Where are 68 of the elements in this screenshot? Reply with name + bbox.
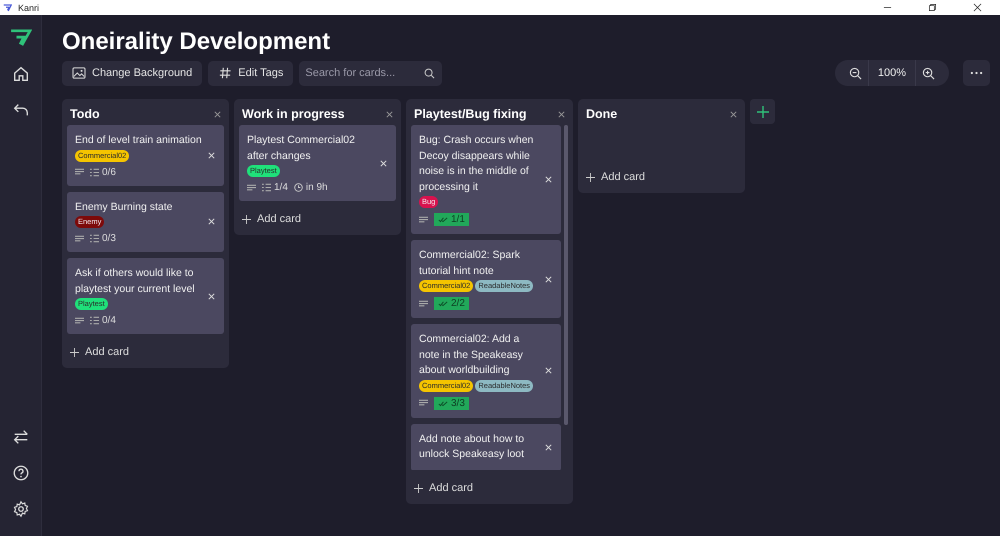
checklist-count: 1/4 [262, 182, 288, 193]
checklist-badge: 3/3 [434, 396, 469, 410]
checklist-count: 0/6 [90, 166, 116, 178]
add-card-button[interactable]: Add card [583, 125, 740, 187]
zoom-in-icon[interactable] [922, 66, 935, 80]
card-title: Bug: Crash occurs when Decoy disappears while noise is in the middle of processing it [419, 133, 534, 194]
delete-card-icon[interactable] [207, 217, 216, 226]
change-background-button[interactable]: Change Background [62, 60, 202, 86]
plus-icon [756, 106, 768, 118]
column-title: Done [586, 107, 618, 121]
column-title: Work in progress [242, 107, 345, 121]
plus-icon [242, 214, 251, 224]
checklist-badge: 2/2 [434, 297, 469, 310]
checklist-icon [90, 234, 99, 243]
add-column-button[interactable] [750, 99, 775, 124]
clock-icon [294, 183, 303, 192]
checklist-icon [90, 316, 99, 325]
column-title: Playtest/Bug fixing [414, 107, 527, 121]
add-card-button[interactable]: Add card [239, 201, 396, 229]
checklist-badge: 1/1 [434, 213, 469, 226]
app-logo-icon [3, 4, 12, 12]
add-card-button[interactable]: Add card [67, 334, 224, 362]
card-title: Commercial02: Spark tutorial hint note [419, 248, 521, 278]
plus-icon [70, 348, 79, 356]
scrollbar[interactable] [564, 125, 568, 425]
restore-icon[interactable] [928, 3, 937, 12]
delete-card-icon[interactable] [544, 175, 553, 184]
zoom-level: 100% [868, 60, 916, 86]
card-title: Add note about how to unlock Speakeasy loot [419, 432, 526, 462]
edit-tags-button[interactable]: Edit Tags [208, 60, 294, 86]
logo-icon [10, 29, 32, 47]
help-icon[interactable] [12, 464, 30, 482]
checklist-count: 0/4 [90, 315, 116, 326]
double-check-icon [438, 300, 448, 307]
checklist-icon [262, 183, 271, 192]
zoom-out-icon[interactable] [848, 66, 862, 80]
plus-icon [414, 484, 423, 492]
close-icon[interactable] [973, 3, 982, 12]
checklist-count: 0/3 [90, 233, 116, 244]
column-title: Todo [70, 107, 100, 121]
plus-icon [586, 172, 595, 182]
search-icon [424, 68, 436, 78]
delete-card-icon[interactable] [544, 274, 553, 284]
card-title: Playtest Commercial02 after changes [247, 133, 356, 164]
due-date: in 9h [294, 182, 328, 193]
delete-card-icon[interactable] [544, 366, 553, 376]
card-title: End of level train animation [75, 133, 203, 148]
swap-arrows-icon[interactable] [12, 428, 30, 446]
window-title: Kanri [18, 2, 40, 12]
double-check-icon [438, 216, 448, 223]
more-icon [970, 71, 983, 75]
add-card-button[interactable]: Add card [411, 470, 568, 498]
checklist-icon [90, 168, 99, 176]
delete-card-icon[interactable] [379, 158, 388, 168]
delete-card-icon[interactable] [207, 150, 216, 160]
delete-card-icon[interactable] [544, 442, 553, 452]
settings-icon[interactable] [12, 500, 30, 518]
home-icon[interactable] [12, 65, 30, 83]
double-check-icon [438, 400, 448, 406]
search-field[interactable]: Search for cards... [299, 60, 442, 86]
board-title: Oneirality Development [62, 28, 332, 56]
task-card[interactable]: Add note about how to unlock Speakeasy loot [411, 424, 561, 470]
hash-icon [218, 67, 232, 79]
card-title: Enemy Burning state [75, 200, 174, 214]
card-title: Commercial02: Add a note in the Speakeasy about worldbuilding [419, 332, 524, 378]
image-icon [72, 67, 86, 79]
card-title: Ask if others would like to playtest your current level [75, 266, 196, 296]
delete-card-icon[interactable] [207, 292, 216, 300]
